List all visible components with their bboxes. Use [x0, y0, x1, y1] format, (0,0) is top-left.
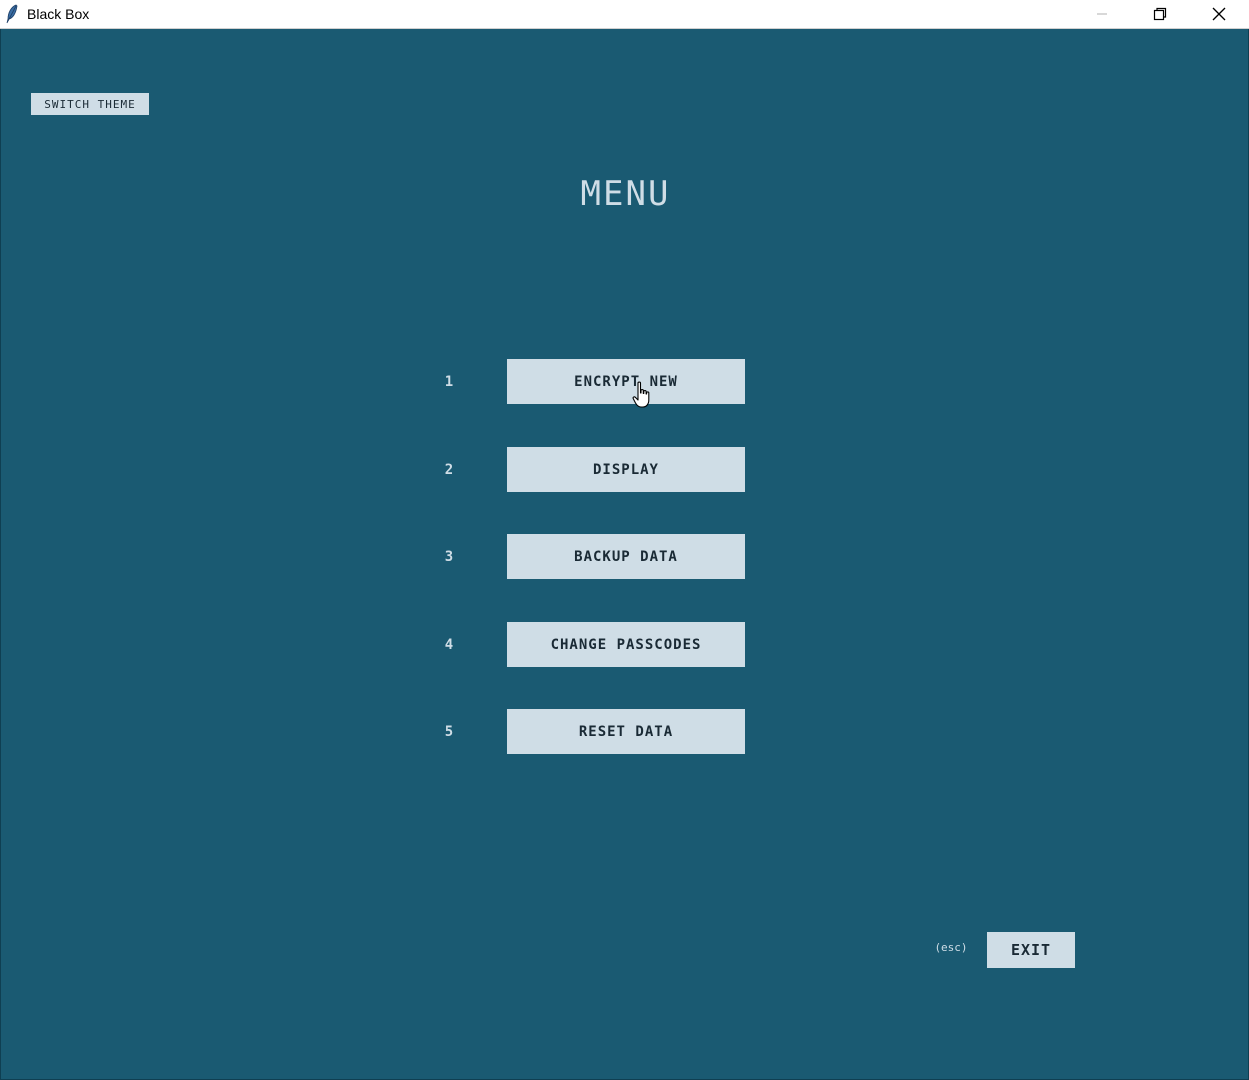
reset-data-button[interactable]: RESET DATA [507, 709, 745, 754]
menu-item-number: 2 [444, 461, 454, 478]
restore-button[interactable] [1137, 0, 1183, 28]
esc-shortcut-hint: (esc) [934, 941, 968, 954]
close-button[interactable] [1196, 0, 1242, 28]
change-passcodes-button[interactable]: CHANGE PASSCODES [507, 622, 745, 667]
close-icon [1212, 7, 1226, 21]
restore-icon [1153, 7, 1167, 21]
menu-item-number: 3 [444, 548, 454, 565]
switch-theme-button[interactable]: SWITCH THEME [31, 93, 149, 115]
backup-data-button[interactable]: BACKUP DATA [507, 534, 745, 579]
minimize-button[interactable] [1079, 0, 1125, 28]
main-content: SWITCH THEME MENU 1 ENCRYPT NEW 2 DISPLA… [0, 29, 1249, 1080]
app-window: Black Box SWITCH THEME MENU 1 ENCRYPT NE… [0, 0, 1249, 1080]
menu-item-number: 4 [444, 636, 454, 653]
page-title: MENU [580, 174, 671, 214]
menu-item-number: 1 [444, 373, 454, 390]
encrypt-new-button[interactable]: ENCRYPT NEW [507, 359, 745, 404]
display-button[interactable]: DISPLAY [507, 447, 745, 492]
window-title: Black Box [27, 6, 90, 22]
minimize-icon [1097, 13, 1107, 15]
feather-icon [6, 4, 18, 24]
menu-item-number: 5 [444, 723, 454, 740]
exit-button[interactable]: EXIT [987, 932, 1075, 968]
title-bar[interactable]: Black Box [0, 0, 1249, 29]
